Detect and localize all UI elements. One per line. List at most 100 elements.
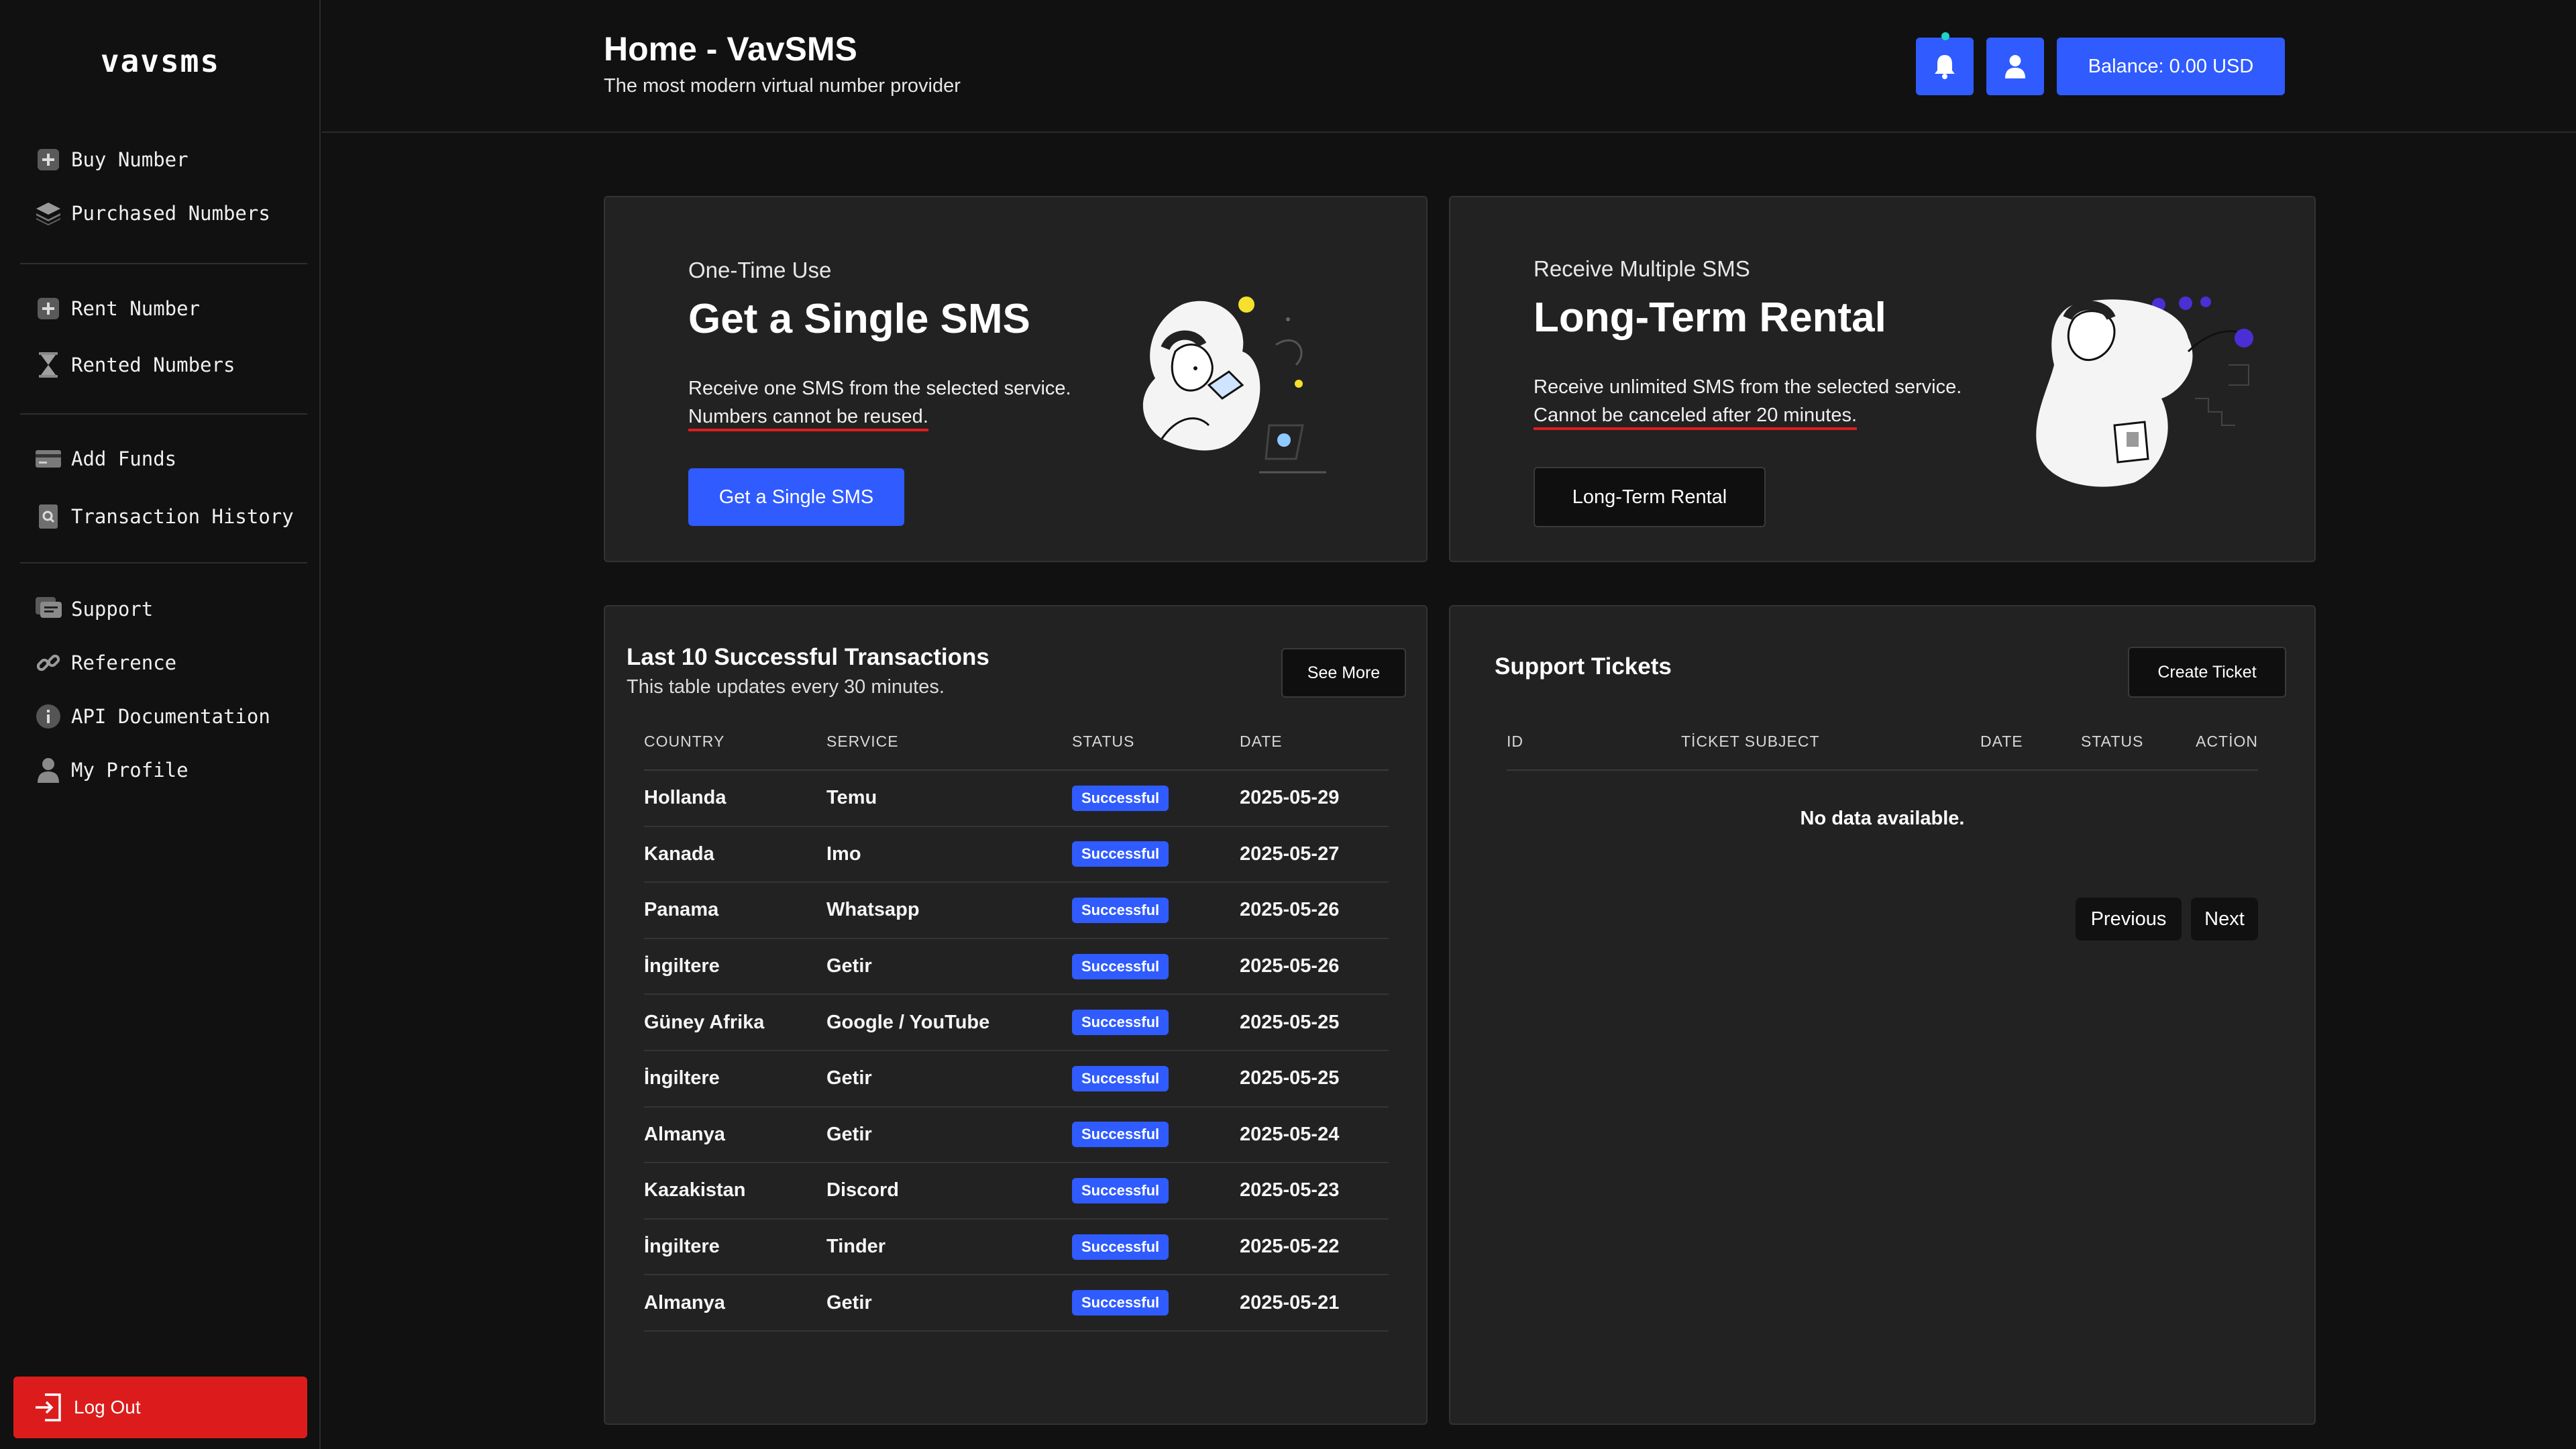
status-badge: Successful xyxy=(1072,1177,1169,1203)
see-more-button[interactable]: See More xyxy=(1281,648,1406,698)
sidebar-item-label: Add Funds xyxy=(71,447,177,470)
logout-button[interactable]: Log Out xyxy=(13,1377,307,1438)
date-cell: 2025-05-22 xyxy=(1240,1218,1389,1276)
status-cell: Successful xyxy=(1072,938,1240,996)
layers-icon xyxy=(35,200,62,227)
card-warning: Numbers cannot be reused. xyxy=(688,406,928,431)
sidebar-item-purchased-numbers[interactable]: Purchased Numbers xyxy=(20,186,307,240)
single-sms-card: One-Time Use Get a Single SMS Receive on… xyxy=(604,196,1428,562)
table-row: Güney Afrika Google / YouTube Successful 20… xyxy=(644,994,1389,1051)
status-cell: Successful xyxy=(1072,1106,1240,1164)
status-cell: Successful xyxy=(1072,770,1240,827)
service-cell: Getir xyxy=(826,1106,1072,1164)
column-header: ID xyxy=(1507,714,1681,771)
previous-page-button[interactable]: Previous xyxy=(2076,898,2182,941)
next-page-button[interactable]: Next xyxy=(2191,898,2258,941)
date-cell: 2025-05-25 xyxy=(1240,1050,1389,1108)
sidebar-item-rented-numbers[interactable]: Rented Numbers xyxy=(20,338,307,392)
card-title: Long-Term Rental xyxy=(1534,294,1886,341)
status-badge: Successful xyxy=(1072,785,1169,811)
table-row: Kazakistan Discord Successful 2025-05-23 xyxy=(644,1163,1389,1220)
sidebar-item-api-documentation[interactable]: API Documentation xyxy=(20,690,307,743)
table-row: İngiltere Getir Successful 2025-05-26 xyxy=(644,938,1389,996)
sidebar-item-label: Rented Numbers xyxy=(71,354,235,376)
notifications-button[interactable] xyxy=(1916,32,1974,95)
status-cell: Successful xyxy=(1072,1218,1240,1276)
plus-square-icon xyxy=(35,295,62,322)
tickets-table: ID TİCKET SUBJECT DATE STATUS ACTİON xyxy=(1507,714,2258,771)
service-cell: Temu xyxy=(826,770,1072,827)
table-row: İngiltere Getir Successful 2025-05-25 xyxy=(644,1050,1389,1108)
long-term-rental-button[interactable]: Long-Term Rental xyxy=(1534,467,1766,527)
person-holding-phone-illustration xyxy=(2036,297,2253,487)
info-icon xyxy=(35,703,62,730)
column-header: DATE xyxy=(1240,714,1389,771)
profile-button[interactable] xyxy=(1986,38,2044,95)
card-kicker: One-Time Use xyxy=(688,258,832,282)
sidebar-item-add-funds[interactable]: Add Funds xyxy=(20,432,307,486)
table-row: Almanya Getir Successful 2025-05-24 xyxy=(644,1106,1389,1164)
sidebar-item-label: Buy Number xyxy=(71,148,189,171)
status-cell: Successful xyxy=(1072,1050,1240,1108)
country-cell: İngiltere xyxy=(644,1050,826,1108)
status-badge: Successful xyxy=(1072,1122,1169,1148)
balance-button[interactable]: Balance: 0.00 USD xyxy=(2057,38,2285,95)
hourglass-icon xyxy=(35,352,62,378)
long-term-rental-card: Receive Multiple SMS Long-Term Rental Re… xyxy=(1449,196,2316,562)
tickets-title: Support Tickets xyxy=(1495,653,1672,680)
user-icon xyxy=(35,757,62,784)
bell-icon xyxy=(1935,55,1955,79)
date-cell: 2025-05-27 xyxy=(1240,826,1389,883)
sidebar-item-reference[interactable]: Reference xyxy=(20,636,307,690)
service-cell: Google / YouTube xyxy=(826,994,1072,1051)
sidebar-item-buy-number[interactable]: Buy Number xyxy=(20,133,307,186)
support-tickets-card: Support Tickets Create Ticket ID TİCKET … xyxy=(1449,605,2316,1425)
date-cell: 2025-05-26 xyxy=(1240,938,1389,996)
card-warning: Cannot be canceled after 20 minutes. xyxy=(1534,405,1858,430)
status-badge: Successful xyxy=(1072,1065,1169,1091)
country-cell: Almanya xyxy=(644,1275,826,1332)
column-header: SERVICE xyxy=(826,714,1072,771)
card-title: Get a Single SMS xyxy=(688,296,1030,342)
sidebar-item-my-profile[interactable]: My Profile xyxy=(20,743,307,797)
sidebar-item-label: Support xyxy=(71,598,154,621)
credit-card-icon xyxy=(35,445,62,472)
nav-group-funds: Add Funds Transaction History xyxy=(20,432,307,543)
person-phone-illustration xyxy=(1142,297,1326,474)
status-cell: Successful xyxy=(1072,826,1240,883)
transactions-table: COUNTRY SERVICE STATUS DATE Hollanda Temu… xyxy=(644,714,1389,1332)
sidebar-item-support[interactable]: Support xyxy=(20,582,307,636)
service-cell: Tinder xyxy=(826,1218,1072,1276)
status-badge: Successful xyxy=(1072,841,1169,867)
notification-dot xyxy=(1941,32,1949,40)
get-single-sms-button[interactable]: Get a Single SMS xyxy=(688,468,904,526)
date-cell: 2025-05-24 xyxy=(1240,1106,1389,1164)
sidebar-item-rent-number[interactable]: Rent Number xyxy=(20,282,307,335)
sidebar-item-label: Rent Number xyxy=(71,297,201,320)
column-header: DATE xyxy=(1980,714,2081,771)
column-header: COUNTRY xyxy=(644,714,826,771)
table-row: Panama Whatsapp Successful 2025-05-26 xyxy=(644,882,1389,939)
sidebar-item-transaction-history[interactable]: Transaction History xyxy=(20,490,307,543)
column-header: TİCKET SUBJECT xyxy=(1681,714,1980,771)
transactions-subtitle: This table updates every 30 minutes. xyxy=(627,676,945,698)
column-header: STATUS xyxy=(1072,714,1240,771)
status-badge: Successful xyxy=(1072,1290,1169,1316)
logo[interactable]: vavsms xyxy=(0,43,321,79)
status-badge: Successful xyxy=(1072,1010,1169,1036)
plus-square-icon xyxy=(35,146,62,173)
chat-icon xyxy=(35,596,62,623)
status-cell: Successful xyxy=(1072,1163,1240,1220)
card-desc-text: Receive unlimited SMS from the selected … xyxy=(1534,376,1962,398)
nav-group-rent: Rent Number Rented Numbers xyxy=(20,282,307,392)
transactions-title: Last 10 Successful Transactions xyxy=(627,644,989,670)
date-cell: 2025-05-29 xyxy=(1240,770,1389,827)
table-row: Almanya Getir Successful 2025-05-21 xyxy=(644,1275,1389,1332)
create-ticket-button[interactable]: Create Ticket xyxy=(2128,647,2286,698)
table-row: Kanada Imo Successful 2025-05-27 xyxy=(644,826,1389,883)
service-cell: Imo xyxy=(826,826,1072,883)
status-badge: Successful xyxy=(1072,953,1169,979)
column-header: STATUS xyxy=(2081,714,2182,771)
sidebar-item-label: My Profile xyxy=(71,759,189,782)
country-cell: Panama xyxy=(644,882,826,939)
